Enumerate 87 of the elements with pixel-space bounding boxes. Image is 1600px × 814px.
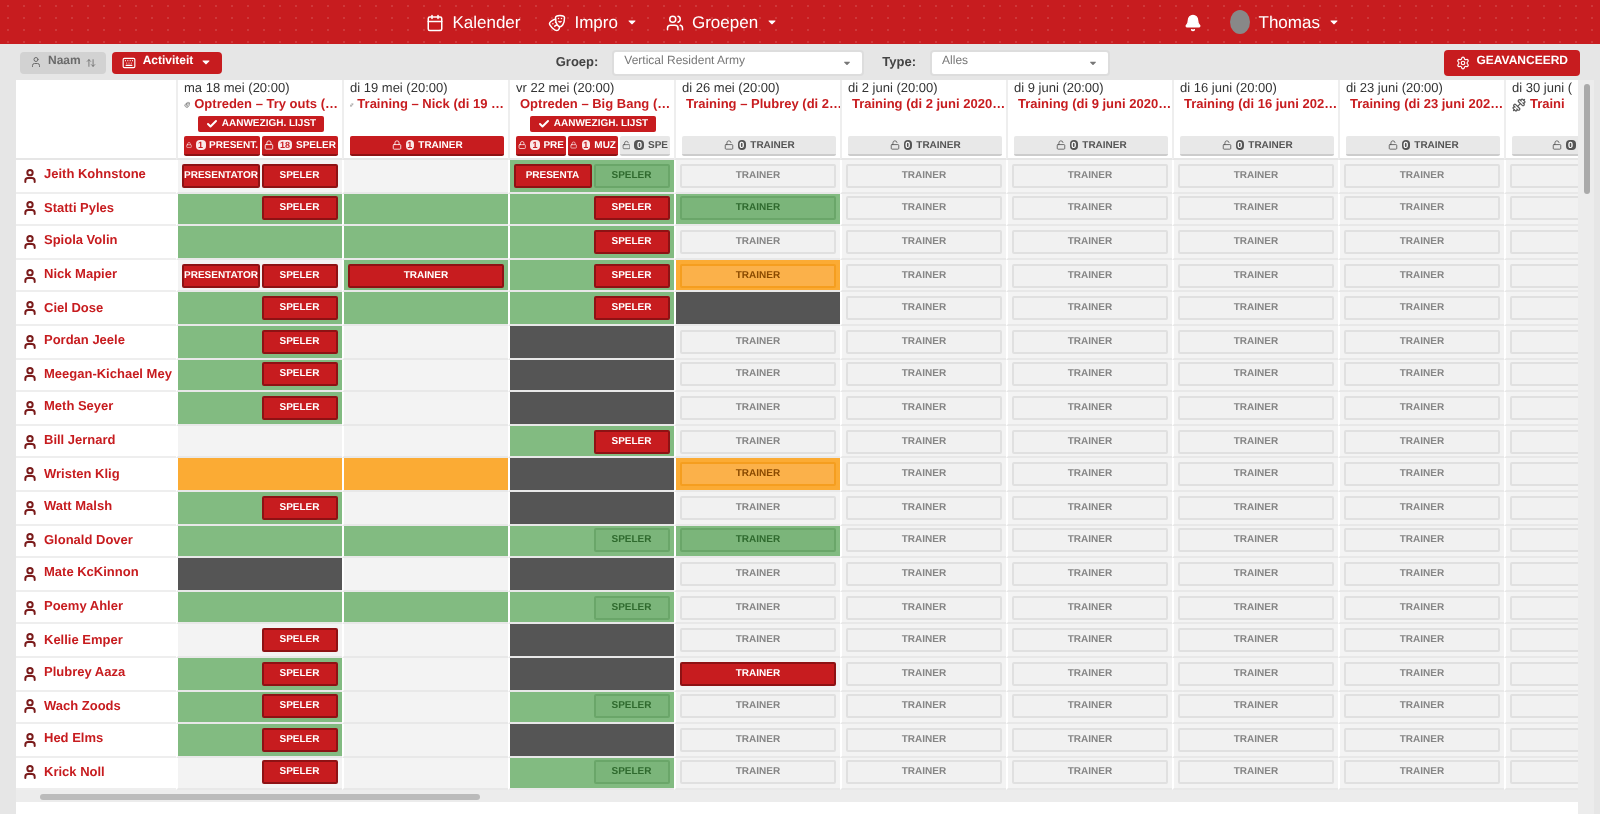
person-icon bbox=[22, 698, 38, 715]
attendance-cell[interactable] bbox=[674, 292, 840, 326]
attendance-cell[interactable] bbox=[342, 193, 508, 227]
attendance-cell[interactable] bbox=[342, 359, 508, 393]
person-icon bbox=[22, 333, 38, 350]
person-icon bbox=[22, 466, 38, 483]
unlocked-icon bbox=[622, 140, 631, 150]
attendance-cell[interactable] bbox=[508, 392, 674, 426]
unlocked-icon bbox=[1387, 140, 1398, 150]
avatar-icon bbox=[1230, 10, 1251, 34]
attendance-cell[interactable] bbox=[508, 458, 674, 492]
person-icon bbox=[22, 366, 38, 383]
attendance-cell[interactable] bbox=[342, 525, 508, 559]
attendance-cell[interactable] bbox=[508, 657, 674, 691]
keyboard-icon bbox=[122, 55, 137, 69]
notification-bell-icon[interactable] bbox=[1184, 13, 1203, 31]
lock-icon bbox=[264, 140, 274, 150]
person-icon bbox=[22, 499, 38, 516]
attendance-cell[interactable] bbox=[342, 458, 508, 492]
nav-link[interactable]: Impro bbox=[548, 12, 638, 32]
caret-icon bbox=[1327, 16, 1340, 28]
attendance-cell[interactable] bbox=[176, 591, 342, 625]
unlocked-icon bbox=[889, 140, 900, 150]
attendance-cell[interactable] bbox=[342, 226, 508, 260]
lock-icon bbox=[518, 140, 527, 150]
attendance-cell[interactable] bbox=[342, 325, 508, 360]
caret-icon bbox=[766, 16, 779, 28]
person-icon bbox=[30, 56, 42, 68]
attendance-cell[interactable] bbox=[508, 359, 674, 393]
person-icon bbox=[22, 433, 38, 450]
attendance-cell[interactable] bbox=[176, 425, 342, 459]
attendance-cell[interactable] bbox=[176, 558, 342, 592]
attendance-cell[interactable] bbox=[508, 325, 674, 360]
user-menu[interactable]: Thomas bbox=[1230, 10, 1340, 34]
check-icon bbox=[205, 118, 218, 130]
vertical-scrollbar[interactable] bbox=[1578, 80, 1594, 814]
attendance-cell[interactable] bbox=[342, 292, 508, 326]
unlocked-icon bbox=[723, 140, 734, 150]
person-icon bbox=[22, 599, 38, 616]
attendance-cell[interactable] bbox=[342, 160, 508, 194]
horizontal-scrollbar[interactable] bbox=[16, 790, 1578, 803]
attendance-cell[interactable] bbox=[342, 757, 508, 791]
caret-icon bbox=[199, 56, 212, 68]
attendance-cell[interactable] bbox=[342, 724, 508, 758]
caret-icon bbox=[625, 16, 638, 28]
person-icon bbox=[22, 665, 38, 682]
attendance-cell[interactable] bbox=[342, 591, 508, 625]
attendance-cell[interactable] bbox=[176, 525, 342, 559]
attendance-cell[interactable] bbox=[342, 392, 508, 426]
unlocked-icon bbox=[1055, 140, 1066, 150]
sort-icon bbox=[86, 57, 97, 67]
person-icon bbox=[22, 565, 38, 582]
person-icon bbox=[22, 532, 38, 549]
attendance-cell[interactable] bbox=[176, 458, 342, 492]
unlocked-icon bbox=[1221, 140, 1232, 150]
unlocked-icon bbox=[1552, 140, 1562, 150]
person-icon bbox=[22, 632, 38, 649]
person-icon bbox=[22, 267, 38, 284]
attendance-cell[interactable] bbox=[508, 491, 674, 526]
person-icon bbox=[22, 764, 38, 781]
attendance-cell[interactable] bbox=[342, 558, 508, 592]
attendance-cell[interactable] bbox=[342, 491, 508, 526]
attendance-cell[interactable] bbox=[508, 724, 674, 758]
people-icon bbox=[665, 13, 684, 31]
caret-icon bbox=[1088, 57, 1099, 67]
lock-icon bbox=[391, 140, 402, 150]
nav-link[interactable]: Kalender bbox=[426, 12, 521, 32]
attendance-cell[interactable] bbox=[508, 558, 674, 592]
lock-icon bbox=[186, 140, 193, 150]
person-icon bbox=[22, 399, 38, 416]
caret-icon bbox=[842, 57, 853, 67]
person-icon bbox=[22, 233, 38, 250]
lock-icon bbox=[570, 140, 578, 150]
settings-icon bbox=[1456, 55, 1471, 69]
attendance-cell[interactable] bbox=[342, 624, 508, 658]
calendar-icon bbox=[426, 13, 445, 31]
person-icon bbox=[22, 300, 38, 317]
attendance-cell[interactable] bbox=[508, 624, 674, 658]
nav-link[interactable]: Groepen bbox=[665, 12, 779, 32]
attendance-cell[interactable] bbox=[342, 691, 508, 725]
attendance-cell[interactable] bbox=[342, 425, 508, 459]
check-icon bbox=[537, 118, 550, 130]
person-icon bbox=[22, 731, 38, 748]
person-icon bbox=[22, 167, 38, 184]
attendance-cell[interactable] bbox=[176, 226, 342, 260]
attendance-cell[interactable] bbox=[342, 657, 508, 691]
person-icon bbox=[22, 200, 38, 217]
